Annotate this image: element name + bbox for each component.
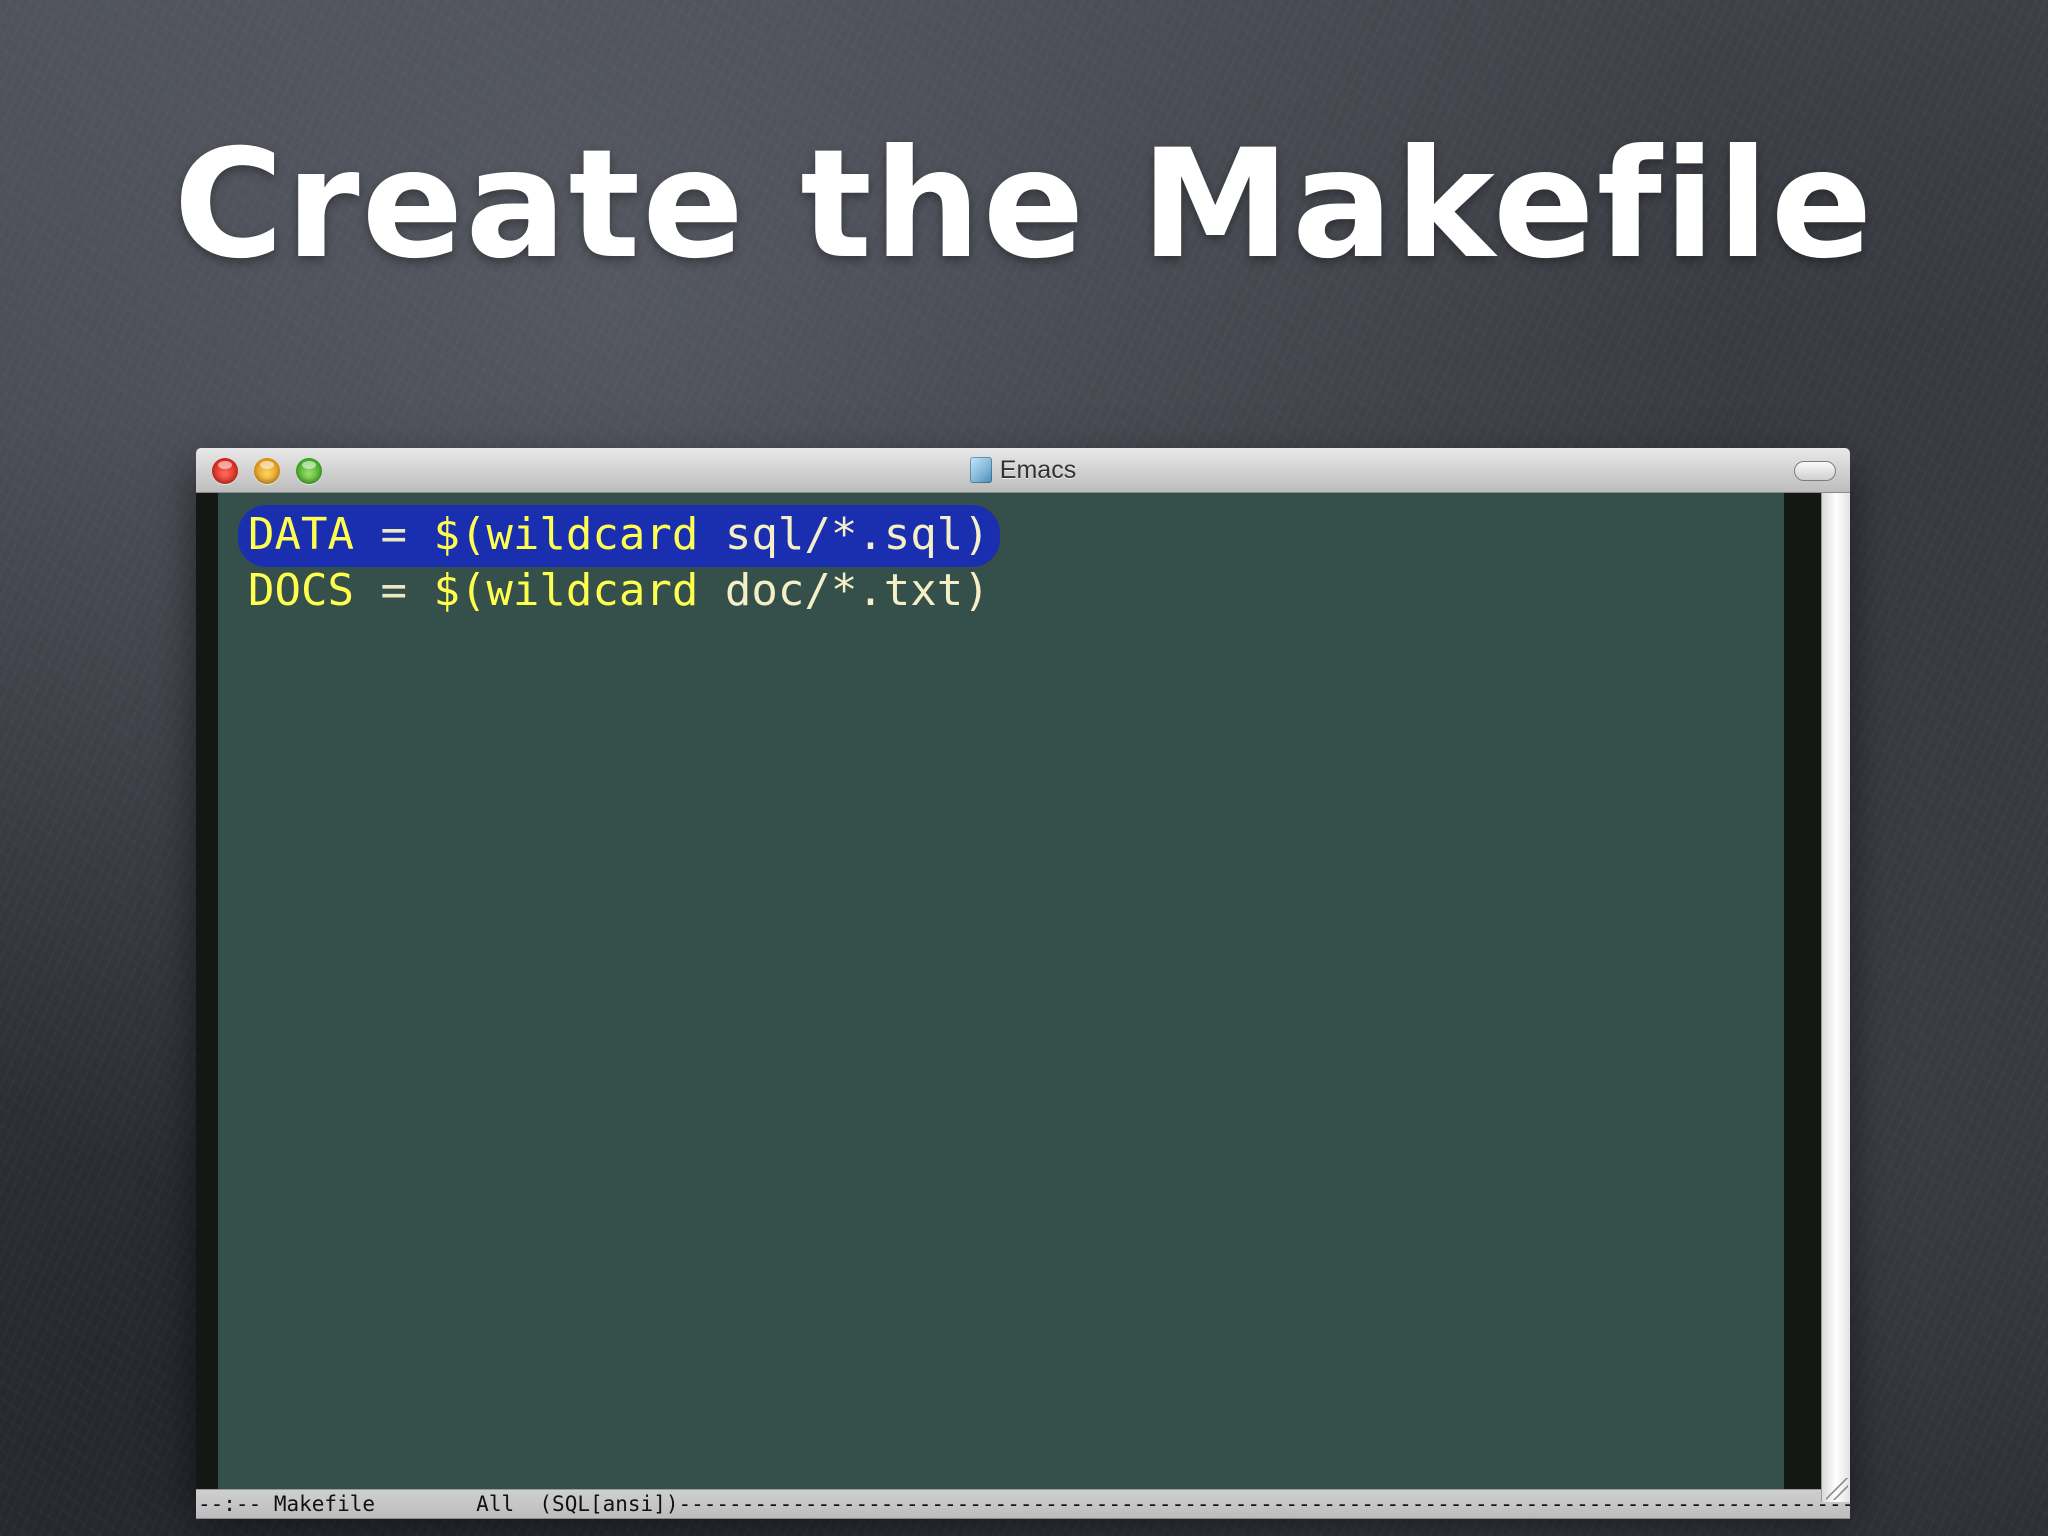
code-line-2[interactable]: DOCS = $(wildcard doc/*.txt) [248,563,990,619]
window-titlebar[interactable]: Emacs [196,448,1850,493]
slide-title: Create the Makefile [173,118,1875,292]
mode-line-buffer-name: Makefile [273,1492,376,1516]
vertical-scrollbar[interactable] [1821,493,1850,1502]
emacs-document-icon [969,457,992,483]
closing-paren: ) [963,565,990,616]
makefile-variable: DOCS [248,565,354,616]
wildcard-function: $(wildcard [433,565,725,616]
toolbar-toggle-button[interactable] [1794,461,1836,481]
mode-line-fill: ----------------------------------------… [678,1492,1850,1516]
assignment-operator: = [353,565,434,616]
mode-line-major-mode: (SQL[ansi]) [539,1492,679,1516]
mode-line-status: --:-- [198,1492,274,1516]
emacs-mode-line: --:-- Makefile All (SQL[ansi])----------… [196,1489,1850,1519]
resize-grip-icon[interactable] [1826,1478,1848,1500]
window-title-group: Emacs [196,448,1850,492]
mode-line-position: All [476,1492,515,1516]
window-title: Emacs [999,455,1077,484]
mode-line-gap [375,1492,476,1516]
closing-paren: ) [963,509,990,560]
emacs-window: Emacs DATA = $(wildcard sql/*.sql) DOCS … [196,448,1850,1519]
wildcard-function: $(wildcard [433,509,725,560]
code-line-1[interactable]: DATA = $(wildcard sql/*.sql) [248,507,990,563]
assignment-operator: = [353,509,434,560]
mode-line-gap-2 [514,1492,539,1516]
editor-frame: DATA = $(wildcard sql/*.sql) DOCS = $(wi… [196,493,1850,1519]
wildcard-pattern: doc/*.txt [724,565,964,616]
makefile-variable: DATA [248,509,354,560]
wildcard-pattern: sql/*.sql [724,509,964,560]
editor-text-area[interactable]: DATA = $(wildcard sql/*.sql) DOCS = $(wi… [218,493,1784,1493]
mode-line-text: --:-- Makefile All (SQL[ansi])----------… [198,1491,1850,1517]
